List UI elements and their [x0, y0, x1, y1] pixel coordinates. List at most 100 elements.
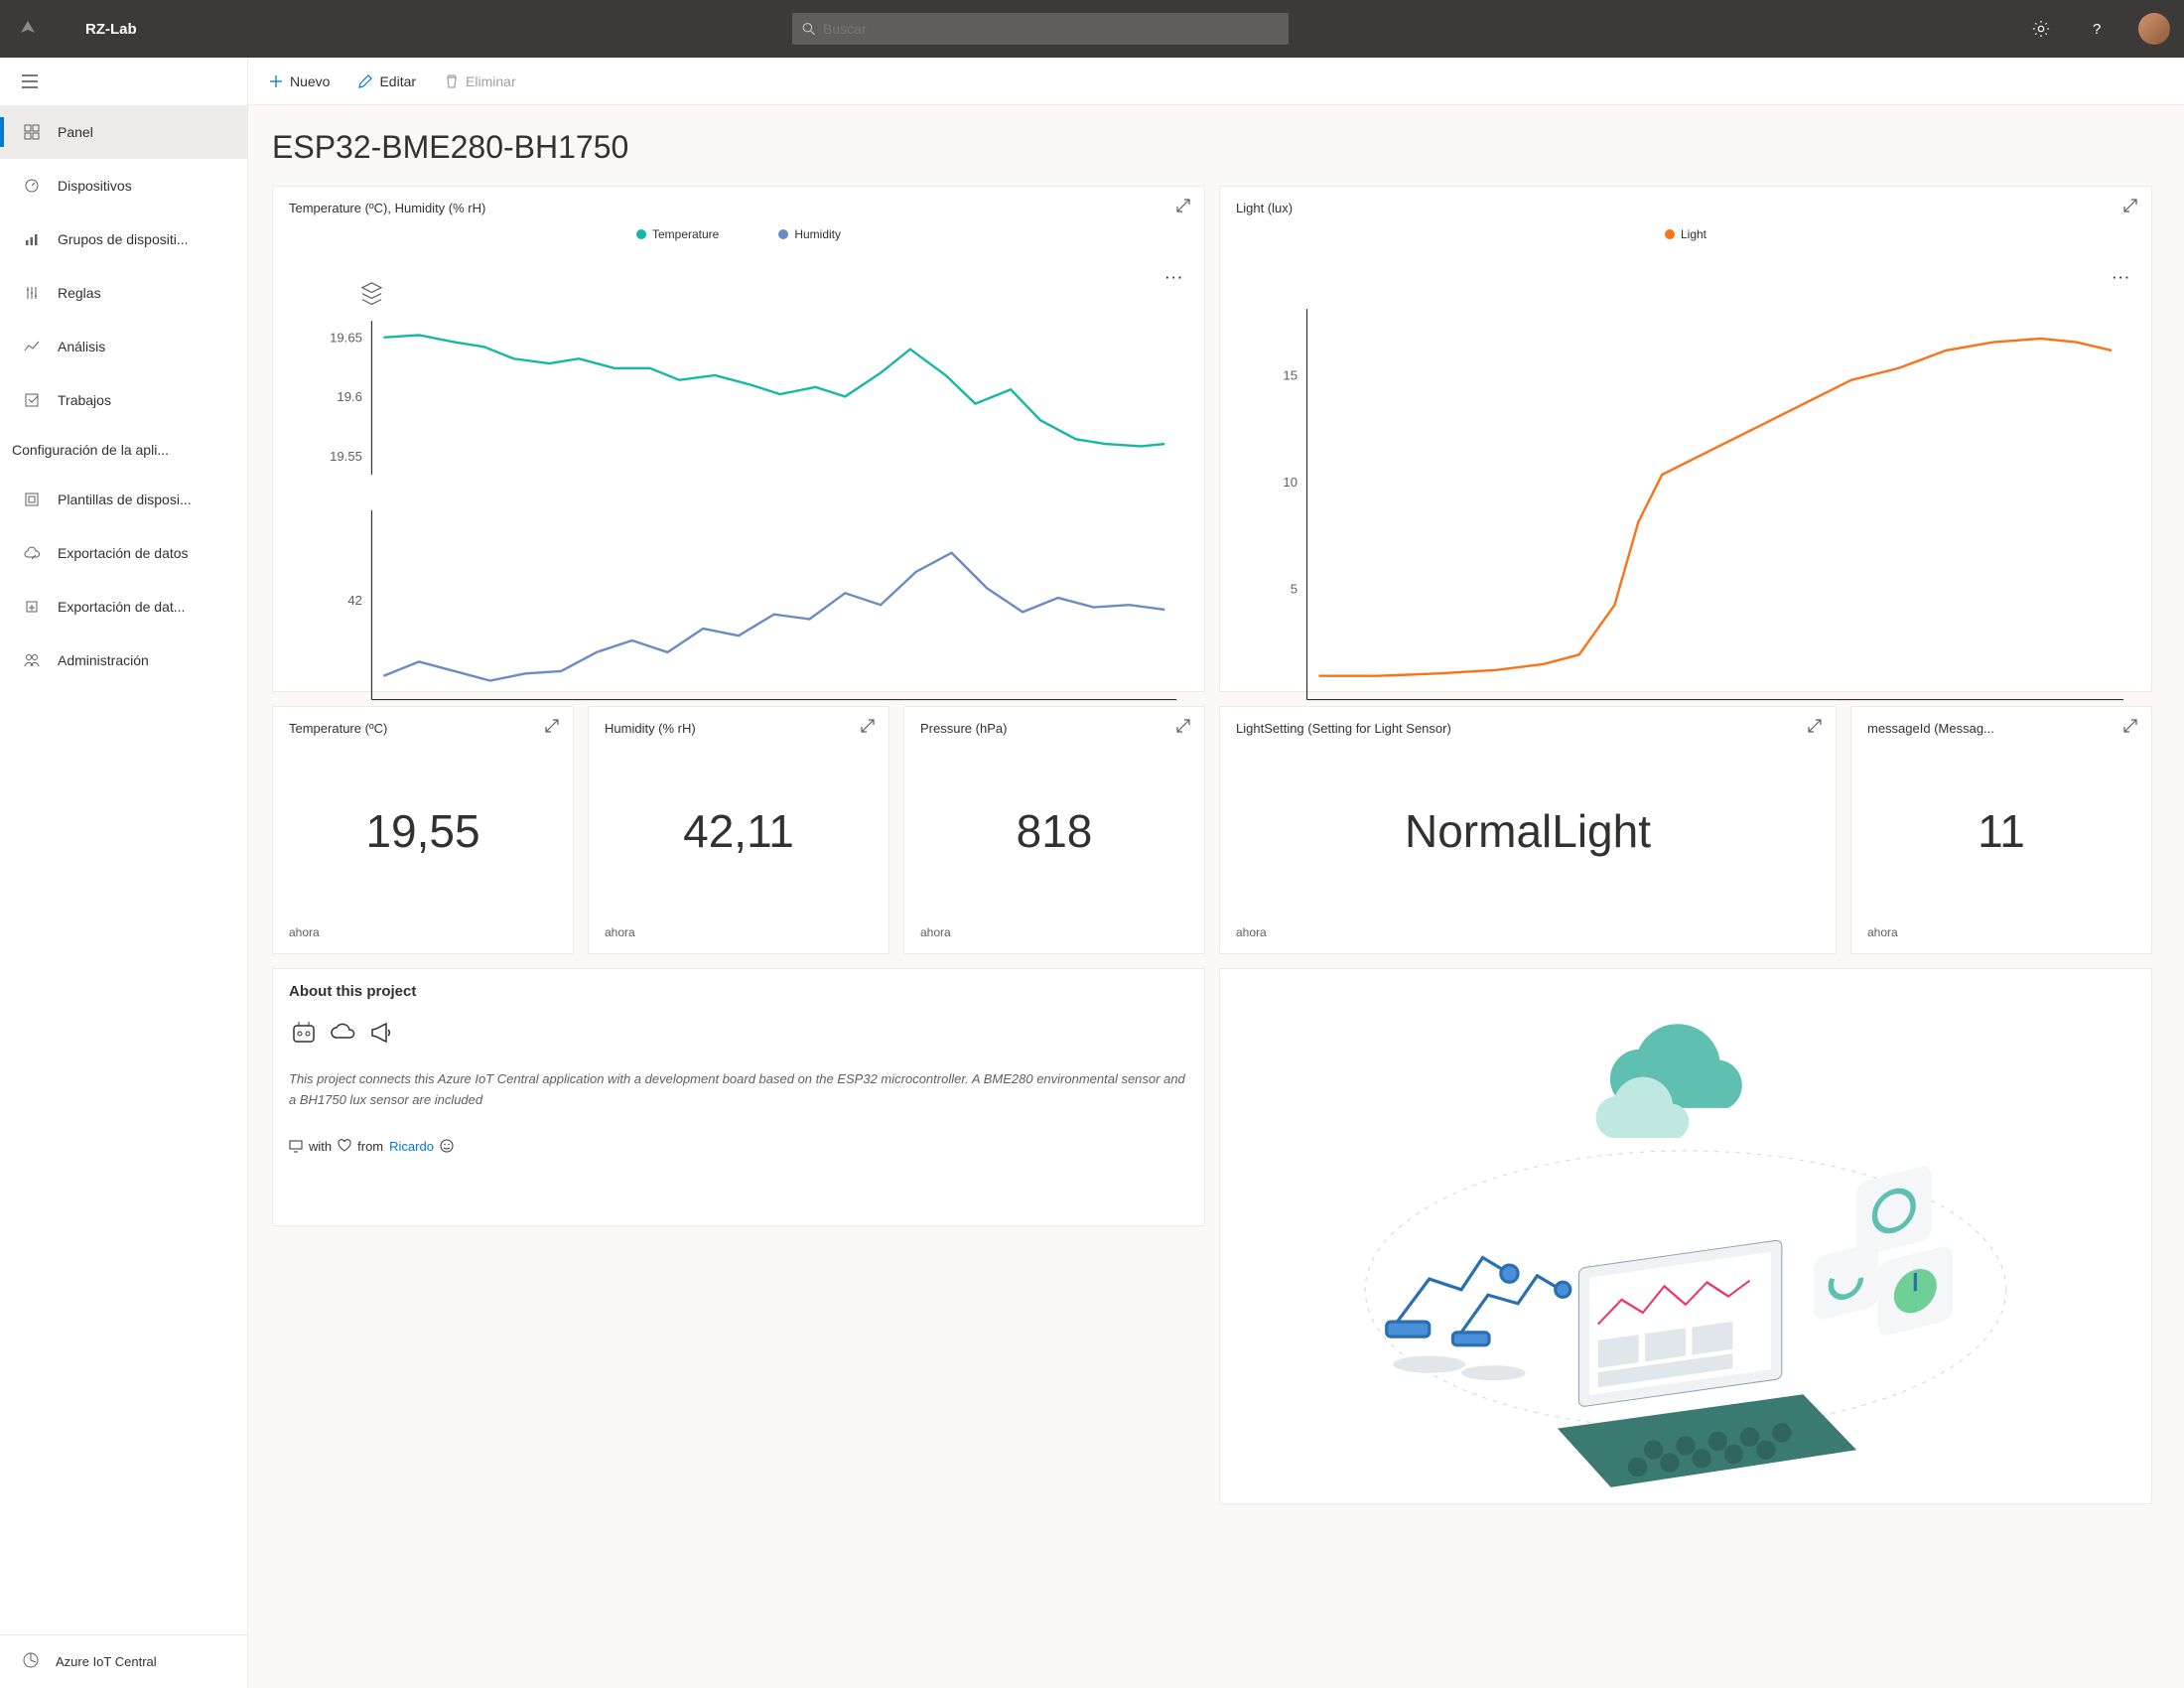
expand-icon [861, 719, 875, 733]
tile-title: Light (lux) [1236, 201, 2135, 215]
sidebar-item-export2[interactable]: Exportación de dat... [0, 580, 247, 633]
cmd-label: Editar [379, 73, 416, 89]
dial-icon [22, 176, 42, 196]
sidebar-item-grupos[interactable]: Grupos de dispositi... [0, 212, 247, 266]
chart-more-button[interactable]: ··· [2113, 270, 2131, 285]
svg-text:5: 5 [1291, 581, 1297, 596]
search-input-wrapper[interactable] [792, 13, 1289, 45]
chart-temp-humidity: 19.65 19.6 19.55 42 [289, 249, 1188, 772]
sidebar-item-label: Exportación de datos [58, 545, 189, 561]
credit-prefix: with [309, 1139, 332, 1154]
sidebar: Panel Dispositivos Grupos de dispositi..… [0, 58, 248, 1688]
legend-label: Humidity [794, 227, 841, 241]
admin-icon [22, 650, 42, 670]
sidebar-item-label: Dispositivos [58, 178, 132, 194]
page-title: ESP32-BME280-BH1750 [272, 129, 2152, 166]
sidebar-item-label: Administración [58, 652, 149, 668]
credit-link[interactable]: Ricardo [389, 1139, 434, 1154]
layers-icon[interactable] [362, 283, 381, 304]
tile-title: messageId (Messag... [1867, 721, 2135, 736]
chart-icon [22, 337, 42, 356]
svg-text:19.6: 19.6 [337, 389, 362, 404]
sidebar-item-dispositivos[interactable]: Dispositivos [0, 159, 247, 212]
main: Nuevo Editar Eliminar ESP32-BME280-BH175… [248, 58, 2184, 1688]
monitor-icon [289, 1139, 303, 1153]
kpi-timestamp: ahora [605, 925, 873, 939]
svg-text:15: 15 [1283, 368, 1297, 383]
sidebar-item-plantillas[interactable]: Plantillas de disposi... [0, 473, 247, 526]
kpi-timestamp: ahora [1236, 925, 1820, 939]
kpi-value: NormalLight [1236, 736, 1820, 925]
tile-temp-humidity: Temperature (ºC), Humidity (% rH) Temper… [272, 186, 1205, 692]
tile-title: Temperature (ºC) [289, 721, 557, 736]
svg-text:42: 42 [347, 593, 362, 608]
legend-dot-hum [778, 229, 788, 239]
search-icon [802, 22, 815, 36]
tile-kpi-humidity: Humidity (% rH) 42,11 ahora [588, 706, 889, 954]
search-input[interactable] [823, 21, 1279, 37]
about-title: About this project [289, 983, 1188, 1000]
kpi-value: 11 [1867, 736, 2135, 925]
expand-icon [545, 719, 559, 733]
smile-icon [440, 1139, 454, 1153]
expand-icon [1808, 719, 1822, 733]
sidebar-footer-link[interactable]: Azure IoT Central [0, 1634, 247, 1688]
app-name: RZ-Lab [85, 21, 137, 38]
tile-kpi-lightsetting: LightSetting (Setting for Light Sensor) … [1219, 706, 1837, 954]
sidebar-item-reglas[interactable]: Reglas [0, 266, 247, 320]
chart-more-button[interactable]: ··· [1165, 270, 1184, 285]
sidebar-item-label: Plantillas de disposi... [58, 492, 192, 507]
kpi-timestamp: ahora [1867, 925, 2135, 939]
megaphone-icon [368, 1018, 398, 1048]
sidebar-section-heading: Configuración de la apli... [0, 427, 247, 473]
expand-icon [1176, 719, 1190, 733]
expand-button[interactable] [1176, 199, 1190, 215]
tile-title: Temperature (ºC), Humidity (% rH) [289, 201, 1188, 215]
expand-icon [2123, 199, 2137, 212]
expand-button[interactable] [1808, 719, 1822, 736]
kpi-timestamp: ahora [920, 925, 1188, 939]
bars-icon [22, 229, 42, 249]
tile-about: About this project This project connects… [272, 968, 1205, 1226]
avatar[interactable] [2138, 13, 2170, 45]
svg-text:19.55: 19.55 [330, 449, 362, 464]
sidebar-item-panel[interactable]: Panel [0, 105, 247, 159]
credit-from: from [357, 1139, 383, 1154]
jobs-icon [22, 390, 42, 410]
sidebar-item-label: Trabajos [58, 392, 111, 408]
plus-icon [268, 73, 284, 89]
settings-button[interactable] [2027, 15, 2055, 43]
new-button[interactable]: Nuevo [268, 73, 330, 89]
edit-button[interactable]: Editar [357, 73, 416, 89]
home-icon [22, 1651, 40, 1672]
tile-title: Pressure (hPa) [920, 721, 1188, 736]
help-button[interactable]: ? [2083, 15, 2111, 43]
tile-kpi-messageid: messageId (Messag... 11 ahora [1850, 706, 2152, 954]
svg-text:?: ? [2093, 21, 2101, 37]
sidebar-footer-label: Azure IoT Central [56, 1654, 157, 1669]
kpi-value: 42,11 [605, 736, 873, 925]
command-bar: Nuevo Editar Eliminar [248, 58, 2184, 105]
expand-button[interactable] [1176, 719, 1190, 736]
expand-button[interactable] [861, 719, 875, 736]
expand-button[interactable] [2123, 199, 2137, 215]
sidebar-item-analisis[interactable]: Análisis [0, 320, 247, 373]
topbar: RZ-Lab ? [0, 0, 2184, 58]
chart-legend: Temperature Humidity [289, 227, 1188, 241]
sidebar-item-export1[interactable]: Exportación de datos [0, 526, 247, 580]
legend-dot-temp [636, 229, 646, 239]
chart-legend: Light [1236, 227, 2135, 241]
expand-button[interactable] [2123, 719, 2137, 736]
sidebar-item-label: Exportación de dat... [58, 599, 185, 615]
svg-text:19.65: 19.65 [330, 331, 362, 346]
legend-dot-light [1665, 229, 1675, 239]
sidebar-toggle[interactable] [0, 58, 247, 105]
expand-button[interactable] [545, 719, 559, 736]
app-logo-icon [14, 15, 42, 43]
sidebar-item-trabajos[interactable]: Trabajos [0, 373, 247, 427]
sidebar-item-admin[interactable]: Administración [0, 633, 247, 687]
legend-label: Light [1681, 227, 1706, 241]
template-icon [22, 490, 42, 509]
about-credit: with from Ricardo [289, 1139, 1188, 1154]
about-icons [289, 1018, 1188, 1048]
